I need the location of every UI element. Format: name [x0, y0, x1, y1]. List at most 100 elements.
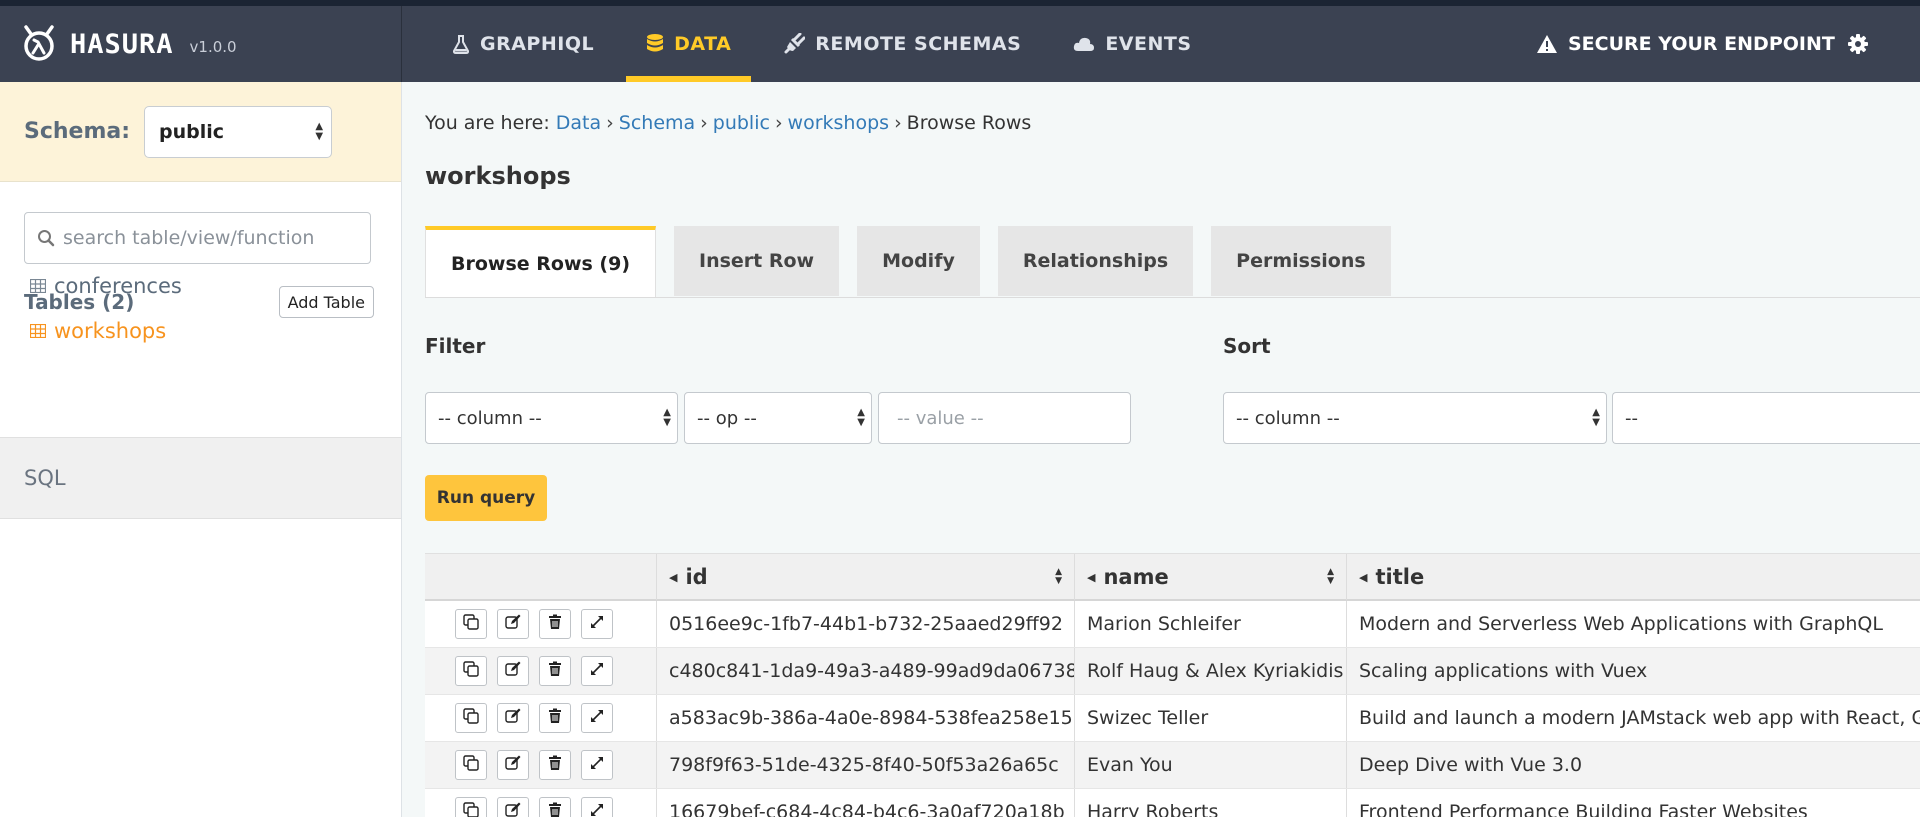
cell-name[interactable]: Rolf Haug & Alex Kyriakidis — [1075, 648, 1347, 694]
edit-row-button[interactable] — [497, 656, 529, 686]
chevron-right-icon: › — [700, 112, 708, 134]
run-query-button[interactable]: Run query — [425, 475, 547, 521]
caret-left-icon[interactable]: ◀ — [1087, 571, 1095, 584]
breadcrumb-workshops[interactable]: workshops — [788, 112, 890, 134]
breadcrumb-data[interactable]: Data — [556, 112, 601, 134]
chevron-right-icon: › — [894, 112, 902, 134]
gear-icon[interactable] — [1848, 34, 1868, 58]
cell-title[interactable]: Deep Dive with Vue 3.0 — [1347, 742, 1920, 788]
column-header-name[interactable]: ◀ name ▲ ▼ — [1075, 554, 1347, 600]
caret-left-icon[interactable]: ◀ — [669, 571, 677, 584]
sort-column-value: -- column -- — [1236, 407, 1340, 429]
clone-row-button[interactable] — [455, 750, 487, 780]
delete-row-button[interactable] — [539, 656, 571, 686]
filter-column-select[interactable]: -- column -- ▲ ▼ — [425, 392, 678, 444]
hasura-logo-icon — [22, 25, 56, 63]
column-header-label: id — [685, 565, 708, 589]
nav-graphiql[interactable]: GRAPHIQL — [432, 6, 614, 82]
cell-name[interactable]: Marion Schleifer — [1075, 601, 1347, 647]
expand-row-button[interactable] — [581, 797, 613, 817]
tab-browse-rows[interactable]: Browse Rows (9) — [425, 226, 657, 298]
edit-icon — [505, 613, 521, 635]
nav-remote-schemas[interactable]: REMOTE SCHEMAS — [763, 6, 1041, 82]
edit-row-button[interactable] — [497, 609, 529, 639]
expand-icon — [589, 613, 605, 635]
breadcrumb-public[interactable]: public — [713, 112, 770, 134]
cell-id[interactable]: c480c841-1da9-49a3-a489-99ad9da06738 — [657, 648, 1075, 694]
edit-icon — [505, 801, 521, 817]
schema-value: public — [159, 120, 225, 143]
nav-events[interactable]: EVENTS — [1053, 6, 1211, 82]
sort-order-select[interactable]: -- — [1612, 392, 1920, 444]
cell-name[interactable]: Harry Roberts — [1075, 789, 1347, 817]
schema-label: Schema: — [24, 119, 131, 144]
expand-row-button[interactable] — [581, 609, 613, 639]
edit-icon — [505, 660, 521, 682]
sql-label: SQL — [24, 466, 66, 490]
schema-select[interactable]: public ▲ ▼ — [144, 105, 333, 158]
sort-icon[interactable]: ▲ ▼ — [1055, 568, 1062, 586]
breadcrumb-schema[interactable]: Schema — [619, 112, 695, 134]
tab-modify[interactable]: Modify — [857, 226, 980, 296]
delete-row-button[interactable] — [539, 797, 571, 817]
table-tabs: Browse Rows (9) Insert Row Modify Relati… — [425, 226, 1409, 298]
sort-icon[interactable]: ▲ ▼ — [1327, 568, 1334, 586]
clone-row-button[interactable] — [455, 703, 487, 733]
tab-permissions[interactable]: Permissions — [1211, 226, 1391, 296]
expand-row-button[interactable] — [581, 750, 613, 780]
cell-name[interactable]: Swizec Teller — [1075, 695, 1347, 741]
table-row[interactable]: c480c841-1da9-49a3-a489-99ad9da06738 Rol… — [425, 648, 1920, 695]
table-row[interactable]: a583ac9b-386a-4a0e-8984-538fea258e15 Swi… — [425, 695, 1920, 742]
chevron-right-icon: › — [774, 112, 783, 134]
edit-row-button[interactable] — [497, 703, 529, 733]
app-name: HASURA — [70, 28, 174, 60]
add-table-button[interactable]: Add Table — [278, 286, 374, 318]
column-header-id[interactable]: ◀ id ▲ ▼ — [657, 554, 1075, 600]
sidebar-item-conferences[interactable]: conferences — [30, 274, 182, 298]
filter-op-select[interactable]: -- op -- ▲ ▼ — [684, 392, 872, 444]
expand-row-button[interactable] — [581, 703, 613, 733]
clone-row-button[interactable] — [455, 797, 487, 817]
edit-row-button[interactable] — [497, 750, 529, 780]
delete-row-button[interactable] — [539, 703, 571, 733]
grid-body: 0516ee9c-1fb7-44b1-b732-25aaed29ff92 Mar… — [425, 601, 1920, 817]
table-row[interactable]: 798f9f63-51de-4325-8f40-50f53a26a65c Eva… — [425, 742, 1920, 789]
copy-icon — [463, 801, 479, 817]
tab-relationships[interactable]: Relationships — [997, 226, 1194, 296]
cell-title[interactable]: Build and launch a modern JAMstack web a… — [1347, 695, 1920, 741]
secure-endpoint-link[interactable]: SECURE YOUR ENDPOINT — [1536, 6, 1835, 82]
caret-left-icon[interactable]: ◀ — [1359, 571, 1367, 584]
column-header-title[interactable]: ◀ title — [1347, 554, 1920, 600]
delete-row-button[interactable] — [539, 750, 571, 780]
edit-icon — [505, 707, 521, 729]
sort-column-select[interactable]: -- column -- ▲ ▼ — [1223, 392, 1607, 444]
sidebar: Schema: public ▲ ▼ search table/view/func… — [0, 82, 402, 817]
search-input[interactable]: search table/view/function — [24, 212, 371, 264]
cell-title[interactable]: Modern and Serverless Web Applications w… — [1347, 601, 1920, 647]
cell-title[interactable]: Frontend Performance Building Faster Web… — [1347, 789, 1920, 817]
cell-id[interactable]: 16679bef-c684-4c84-b4c6-3a0af720a18b — [657, 789, 1075, 817]
actions-column-header — [425, 554, 657, 600]
tab-insert-row[interactable]: Insert Row — [674, 226, 840, 296]
cell-name[interactable]: Evan You — [1075, 742, 1347, 788]
breadcrumb-prefix: You are here: — [425, 112, 550, 134]
cell-id[interactable]: a583ac9b-386a-4a0e-8984-538fea258e15 — [657, 695, 1075, 741]
edit-row-button[interactable] — [497, 797, 529, 817]
expand-row-button[interactable] — [581, 656, 613, 686]
brand[interactable]: HASURA v1.0.0 — [0, 6, 402, 82]
cell-id[interactable]: 0516ee9c-1fb7-44b1-b732-25aaed29ff92 — [657, 601, 1075, 647]
sidebar-item-sql[interactable]: SQL — [0, 437, 401, 519]
nav-data[interactable]: DATA — [626, 6, 752, 82]
clone-row-button[interactable] — [455, 656, 487, 686]
delete-row-button[interactable] — [539, 609, 571, 639]
filter-value-input[interactable]: -- value -- — [878, 392, 1131, 444]
nav-label: GRAPHIQL — [480, 33, 595, 55]
sidebar-item-workshops[interactable]: workshops — [30, 319, 166, 343]
cell-id[interactable]: 798f9f63-51de-4325-8f40-50f53a26a65c — [657, 742, 1075, 788]
clone-row-button[interactable] — [455, 609, 487, 639]
row-actions — [425, 742, 657, 788]
sort-label: Sort — [1223, 334, 1271, 358]
cell-title[interactable]: Scaling applications with Vuex — [1347, 648, 1920, 694]
table-row[interactable]: 16679bef-c684-4c84-b4c6-3a0af720a18b Har… — [425, 789, 1920, 817]
table-row[interactable]: 0516ee9c-1fb7-44b1-b732-25aaed29ff92 Mar… — [425, 601, 1920, 648]
